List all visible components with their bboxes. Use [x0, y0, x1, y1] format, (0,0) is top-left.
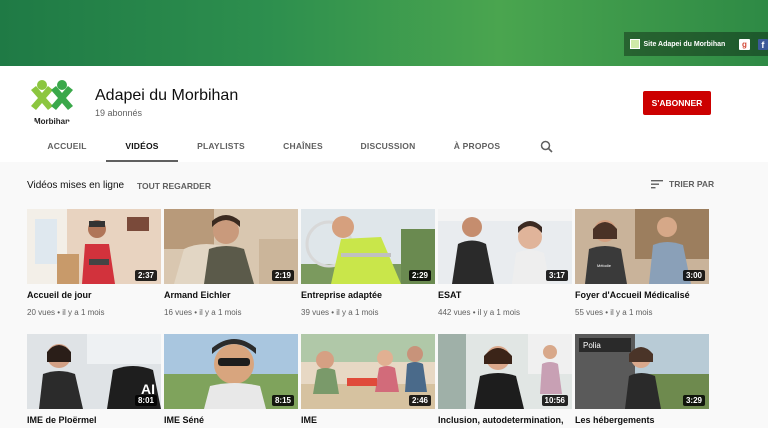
- video-meta: 20 vues • il y a 1 mois: [27, 308, 105, 317]
- video-thumbnail[interactable]: 2:19: [164, 209, 298, 284]
- website-icon[interactable]: [630, 39, 640, 49]
- thumbnail-caption: Mélodie: [597, 263, 612, 268]
- video-duration: 2:29: [408, 270, 431, 281]
- tab-videos[interactable]: VIDÉOS: [106, 132, 178, 162]
- search-icon[interactable]: [540, 140, 553, 153]
- subscribe-button[interactable]: S'ABONNER: [643, 91, 711, 115]
- sort-label: TRIER PAR: [669, 179, 715, 189]
- video-thumbnail[interactable]: 8:15: [164, 334, 298, 409]
- video-card[interactable]: 2:46 IME: [301, 334, 435, 425]
- video-card[interactable]: 10:56 Inclusion, autodetermination,: [438, 334, 572, 425]
- video-thumbnail[interactable]: 2:46: [301, 334, 435, 409]
- video-title[interactable]: IME Séné: [164, 415, 298, 425]
- video-thumbnail[interactable]: 2:29: [301, 209, 435, 284]
- video-card[interactable]: 2:19 Armand Eichler 16 vues • il y a 1 m…: [164, 209, 298, 317]
- video-card[interactable]: Mélodie 3:00 Foyer d'Accueil Médicalisé …: [575, 209, 709, 317]
- video-card[interactable]: Polia 3:29 Les hébergements: [575, 334, 709, 425]
- video-title[interactable]: Armand Eichler: [164, 290, 298, 300]
- section-title: Vidéos mises en ligne: [27, 180, 125, 191]
- video-title[interactable]: Entreprise adaptée: [301, 290, 435, 300]
- video-duration: 3:17: [545, 270, 568, 281]
- video-title[interactable]: Accueil de jour: [27, 290, 161, 300]
- video-meta: 55 vues • il y a 1 mois: [575, 308, 653, 317]
- video-meta: 442 vues • il y a 1 mois: [438, 308, 520, 317]
- video-thumbnail[interactable]: 10:56: [438, 334, 572, 409]
- video-title[interactable]: Les hébergements: [575, 415, 709, 425]
- tab-channels[interactable]: CHAÎNES: [272, 132, 334, 162]
- video-card[interactable]: AI 8:01 IME de Ploërmel: [27, 334, 161, 425]
- website-link[interactable]: Site Adapei du Morbihan: [644, 41, 726, 48]
- video-duration: 8:01: [134, 395, 157, 406]
- subscriber-count: 19 abonnés: [95, 108, 143, 118]
- channel-header: Morbihan Adapei du Morbihan 19 abonnés S…: [0, 66, 768, 162]
- facebook-icon[interactable]: f: [757, 38, 768, 50]
- sort-icon: [651, 180, 663, 189]
- tab-discussion[interactable]: DISCUSSION: [355, 132, 421, 162]
- video-title[interactable]: IME de Ploërmel: [27, 415, 161, 425]
- channel-banner: Site Adapei du Morbihan g f: [0, 0, 768, 66]
- video-thumbnail[interactable]: Polia 3:29: [575, 334, 709, 409]
- video-card[interactable]: 8:15 IME Séné: [164, 334, 298, 425]
- video-thumbnail[interactable]: AI 8:01: [27, 334, 161, 409]
- video-duration: 8:15: [271, 395, 294, 406]
- video-title[interactable]: ESAT: [438, 290, 572, 300]
- channel-name: Adapei du Morbihan: [95, 87, 239, 104]
- google-plus-icon[interactable]: g: [739, 38, 750, 50]
- thumbnail-sign: Polia: [583, 341, 601, 350]
- video-card[interactable]: 3:17 ESAT 442 vues • il y a 1 mois: [438, 209, 572, 317]
- video-title[interactable]: IME: [301, 415, 435, 425]
- channel-avatar[interactable]: Morbihan: [26, 76, 78, 128]
- video-duration: 10:56: [541, 395, 568, 406]
- video-title[interactable]: Foyer d'Accueil Médicalisé: [575, 290, 709, 300]
- video-duration: 3:29: [682, 395, 705, 406]
- video-title[interactable]: Inclusion, autodetermination,: [438, 415, 572, 425]
- sort-button[interactable]: TRIER PAR: [651, 179, 714, 189]
- video-thumbnail[interactable]: 2:37: [27, 209, 161, 284]
- play-all-button[interactable]: TOUT REGARDER: [137, 181, 211, 191]
- tab-about[interactable]: À PROPOS: [447, 132, 507, 162]
- tab-playlists[interactable]: PLAYLISTS: [188, 132, 254, 162]
- video-duration: 2:46: [408, 395, 431, 406]
- video-meta: 16 vues • il y a 1 mois: [164, 308, 242, 317]
- video-meta: 39 vues • il y a 1 mois: [301, 308, 379, 317]
- logo-text: Morbihan: [34, 117, 70, 126]
- video-thumbnail[interactable]: 3:17: [438, 209, 572, 284]
- video-duration: 2:19: [271, 270, 294, 281]
- video-thumbnail[interactable]: Mélodie 3:00: [575, 209, 709, 284]
- video-card[interactable]: 2:37 Accueil de jour 20 vues • il y a 1 …: [27, 209, 161, 317]
- video-duration: 2:37: [134, 270, 157, 281]
- channel-tabs: ACCUEIL VIDÉOS PLAYLISTS CHAÎNES DISCUSS…: [0, 132, 768, 162]
- tab-home[interactable]: ACCUEIL: [38, 132, 96, 162]
- video-card[interactable]: 2:29 Entreprise adaptée 39 vues • il y a…: [301, 209, 435, 317]
- video-duration: 3:00: [682, 270, 705, 281]
- banner-links: Site Adapei du Morbihan g f: [624, 32, 768, 56]
